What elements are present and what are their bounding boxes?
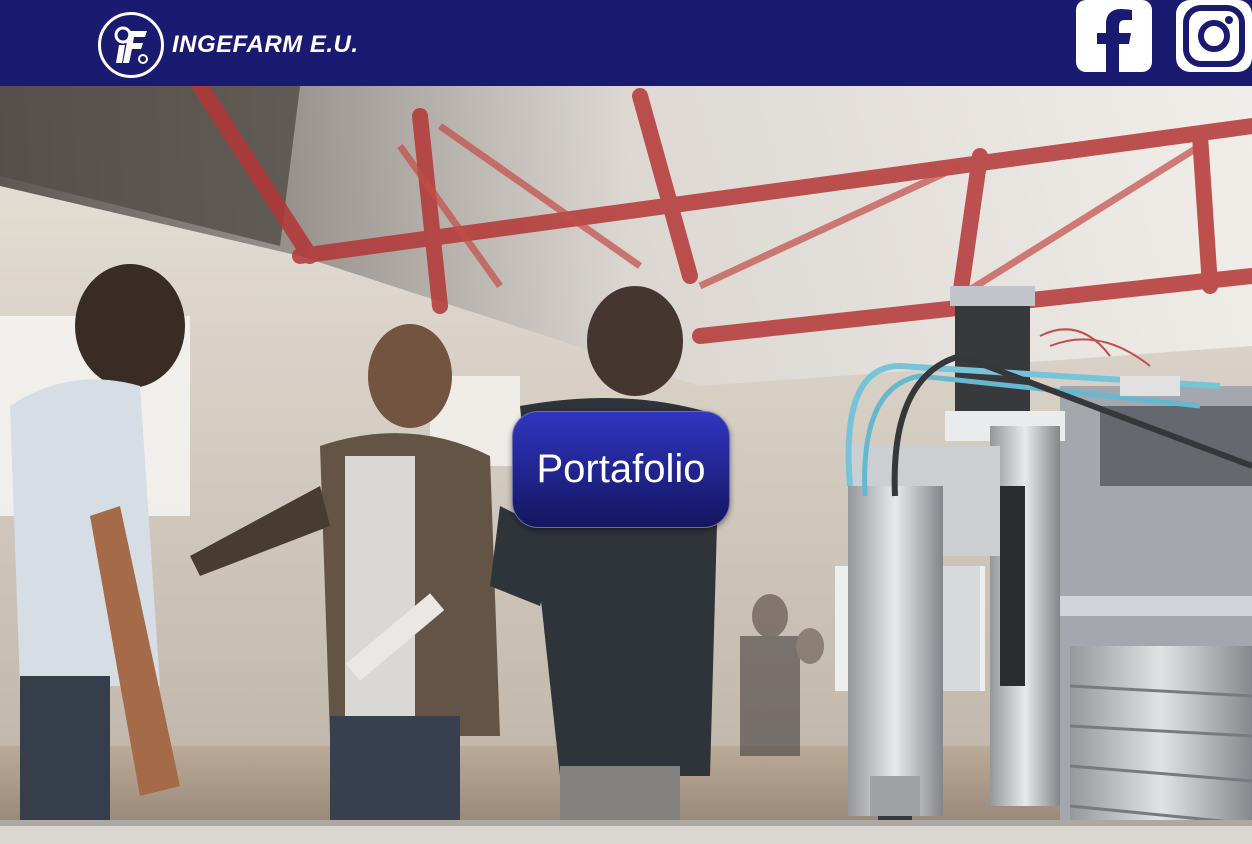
site-header: INGEFARM E.U.	[0, 0, 1252, 86]
facebook-icon[interactable]	[1076, 0, 1152, 72]
ingefarm-logo-icon	[98, 12, 164, 78]
instagram-icon[interactable]	[1176, 0, 1252, 72]
social-links	[1076, 0, 1252, 72]
hero-image: Portafolio	[0, 86, 1252, 844]
portafolio-button[interactable]: Portafolio	[512, 411, 730, 528]
brand[interactable]: INGEFARM E.U.	[98, 12, 359, 78]
brand-name: INGEFARM E.U.	[172, 31, 359, 58]
